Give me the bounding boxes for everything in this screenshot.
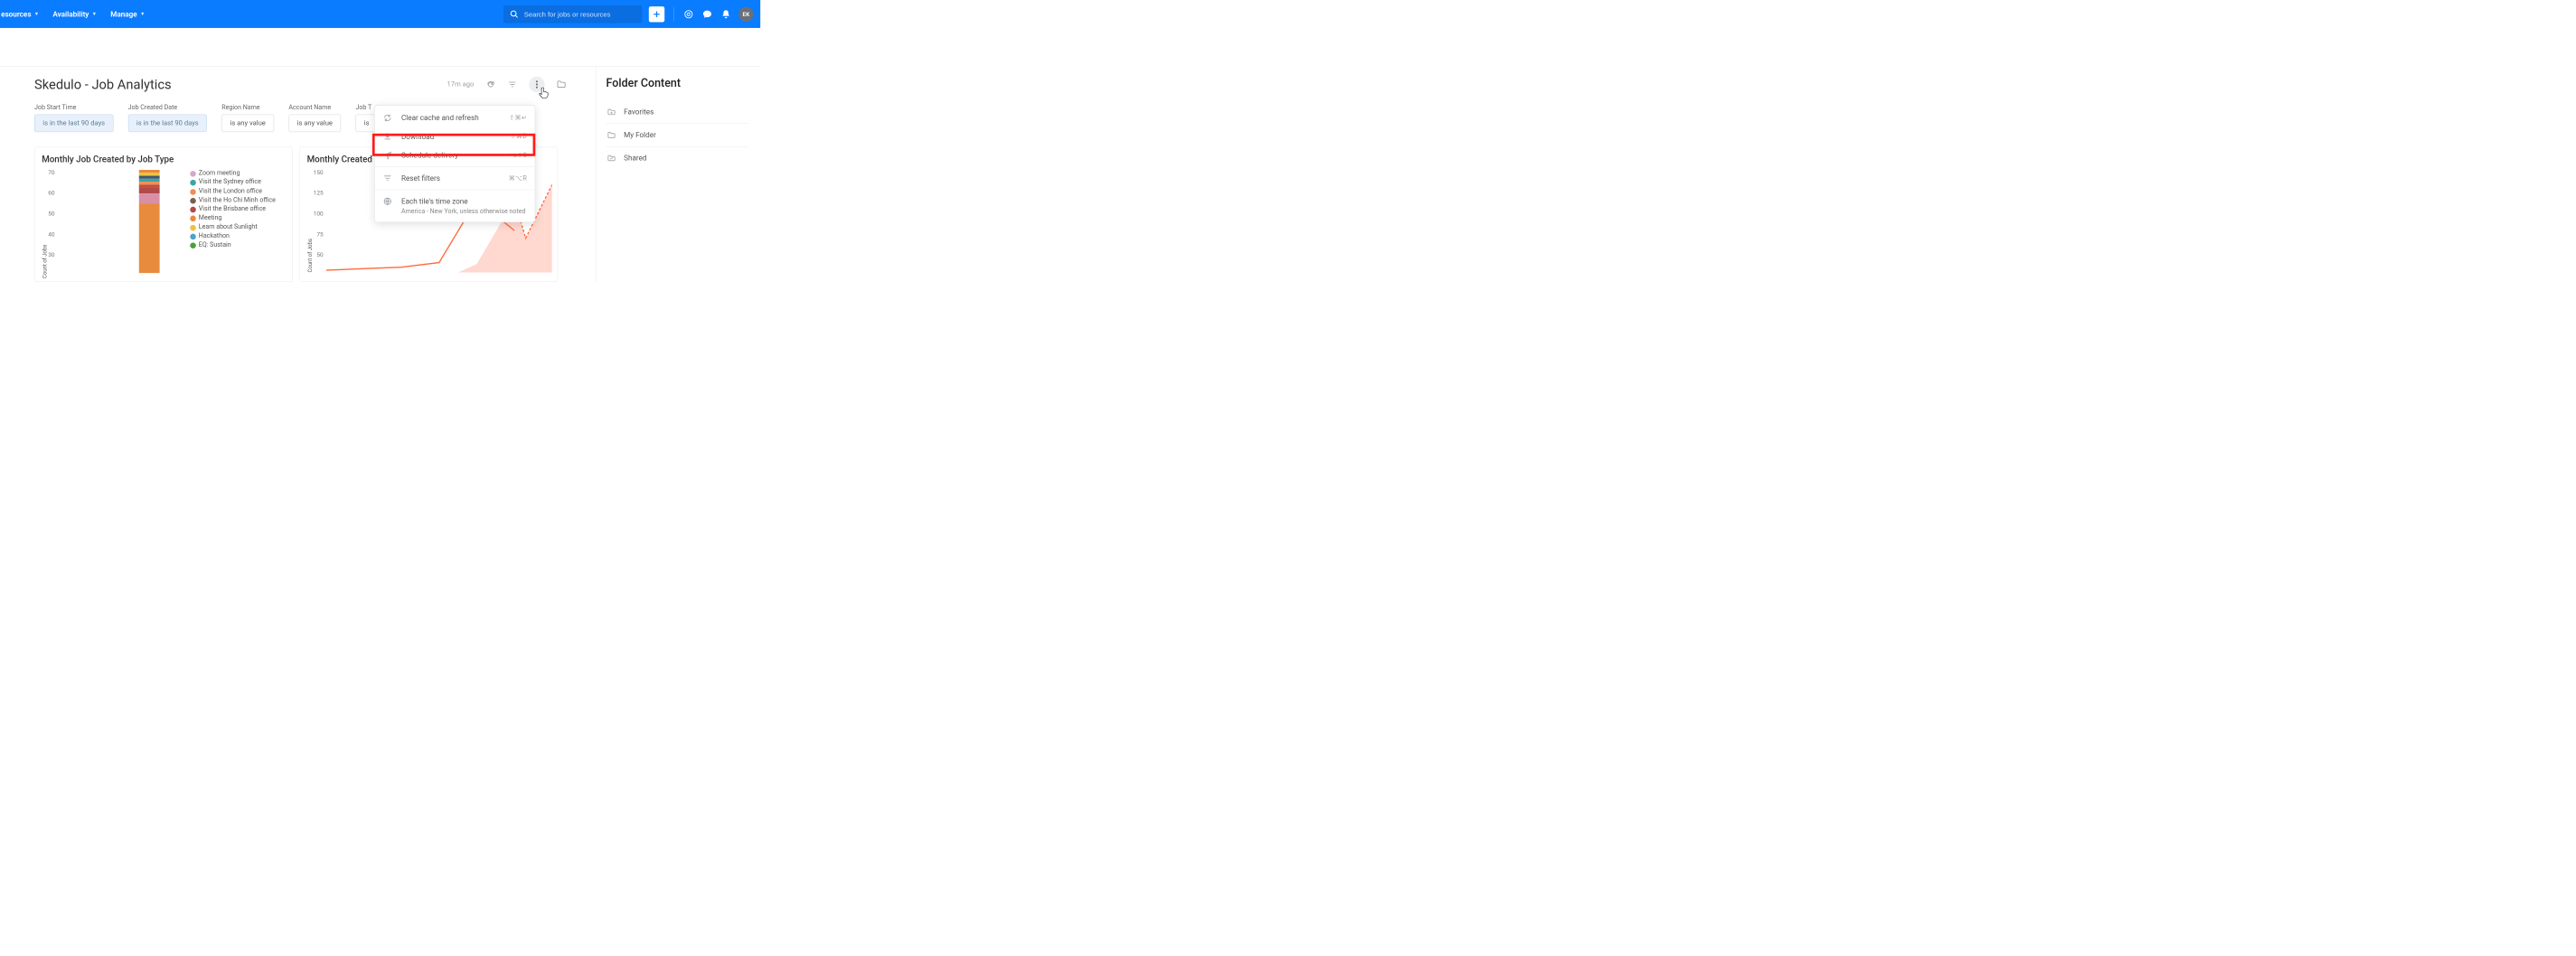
legend-item[interactable]: Hackathon xyxy=(190,232,276,240)
filter-job-type[interactable]: is xyxy=(355,115,375,133)
nav-item-sources[interactable]: esources ▼ xyxy=(1,10,39,19)
menu-clear-cache[interactable]: Clear cache and refresh ⇧⌘↵ xyxy=(375,108,535,127)
menu-download[interactable]: Download ⇧⌘D xyxy=(375,127,535,146)
shortcut-text: ⇧⌘↵ xyxy=(509,114,527,121)
filter-label: Region Name xyxy=(221,104,274,111)
legend-item[interactable]: Learn about Sunlight xyxy=(190,223,276,231)
folder-icon xyxy=(607,131,616,140)
global-search[interactable] xyxy=(503,5,642,23)
filter-icon xyxy=(382,173,392,183)
filter-label: Job Created Date xyxy=(128,104,207,111)
chart-legend: Zoom meetingVisit the Sydney officeVisit… xyxy=(190,169,276,278)
chart-monthly-job-by-type: Monthly Job Created by Job Type Count of… xyxy=(34,146,293,281)
legend-item[interactable]: Visit the Ho Chi Minh office xyxy=(190,196,276,204)
chart-title: Monthly Job Created by Job Type xyxy=(42,155,286,164)
y-axis-label: Count of Jobs xyxy=(42,239,48,278)
folder-item-my-folder[interactable]: My Folder xyxy=(606,124,749,147)
nav-item-availability[interactable]: Availability ▼ xyxy=(52,10,97,19)
last-updated-text: 17m ago xyxy=(447,80,475,89)
bell-icon[interactable] xyxy=(720,8,732,20)
legend-item[interactable]: Visit the London office xyxy=(190,187,276,195)
filter-job-start-time[interactable]: is in the last 90 days xyxy=(34,115,113,133)
legend-item[interactable]: Visit the Sydney office xyxy=(190,178,276,186)
search-input[interactable] xyxy=(524,10,637,18)
folder-content-panel: Folder Content FavoritesMy FolderShared xyxy=(596,67,760,282)
menu-schedule-delivery[interactable]: Schedule delivery ⌥⇧S xyxy=(375,145,535,164)
chevron-down-icon: ▼ xyxy=(34,11,39,16)
folder-icon[interactable] xyxy=(557,80,567,89)
filter-account-name[interactable]: is any value xyxy=(288,115,341,133)
filter-icon[interactable] xyxy=(507,80,517,89)
shared-folder-icon xyxy=(607,154,616,163)
menu-timezone-sub: America - New York, unless otherwise not… xyxy=(375,208,535,215)
y-axis-label: Count of Jobs xyxy=(307,234,314,273)
add-button[interactable] xyxy=(649,6,664,22)
user-avatar[interactable]: EK xyxy=(738,6,753,21)
globe-icon xyxy=(382,197,392,206)
cursor-pointer-icon xyxy=(539,88,549,99)
legend-item[interactable]: Zoom meeting xyxy=(190,169,276,177)
sync-icon[interactable] xyxy=(682,8,694,20)
folder-item-shared[interactable]: Shared xyxy=(606,146,749,169)
nav-item-manage[interactable]: Manage ▼ xyxy=(110,10,145,19)
legend-item[interactable]: EQ: Sustain xyxy=(190,241,276,249)
search-icon xyxy=(508,8,520,20)
stacked-bar[interactable] xyxy=(139,170,160,273)
filter-label: Job Start Time xyxy=(34,104,113,111)
shortcut-text: ⌥⇧S xyxy=(510,152,527,159)
filter-region-name[interactable]: is any value xyxy=(221,115,274,133)
page-title: Skedulo - Job Analytics xyxy=(34,77,172,92)
filter-label: Job T xyxy=(355,104,375,111)
divider xyxy=(673,7,674,21)
chevron-down-icon: ▼ xyxy=(92,11,97,16)
star-folder-icon xyxy=(607,108,616,117)
download-icon xyxy=(382,132,392,141)
divider xyxy=(375,190,535,191)
legend-item[interactable]: Meeting xyxy=(190,214,276,222)
chat-icon[interactable] xyxy=(701,8,713,20)
chevron-down-icon: ▼ xyxy=(140,11,145,16)
top-navbar: esources ▼ Availability ▼ Manage ▼ xyxy=(0,0,760,28)
shortcut-text: ⇧⌘D xyxy=(511,133,527,140)
shortcut-text: ⌘⌥R xyxy=(509,174,527,182)
sub-header-blank xyxy=(0,28,760,66)
filter-job-created-date[interactable]: is in the last 90 days xyxy=(128,115,207,133)
folder-panel-title: Folder Content xyxy=(606,77,749,90)
refresh-icon[interactable] xyxy=(485,80,495,89)
legend-item[interactable]: Visit the Brisbane office xyxy=(190,205,276,213)
folder-item-favorites[interactable]: Favorites xyxy=(606,100,749,124)
refresh-icon xyxy=(382,114,392,123)
filter-label: Account Name xyxy=(288,104,341,111)
send-icon xyxy=(382,151,392,160)
dashboard-actions-menu: Clear cache and refresh ⇧⌘↵ Download ⇧⌘D… xyxy=(374,105,535,222)
menu-reset-filters[interactable]: Reset filters ⌘⌥R xyxy=(375,169,535,188)
divider xyxy=(375,166,535,167)
